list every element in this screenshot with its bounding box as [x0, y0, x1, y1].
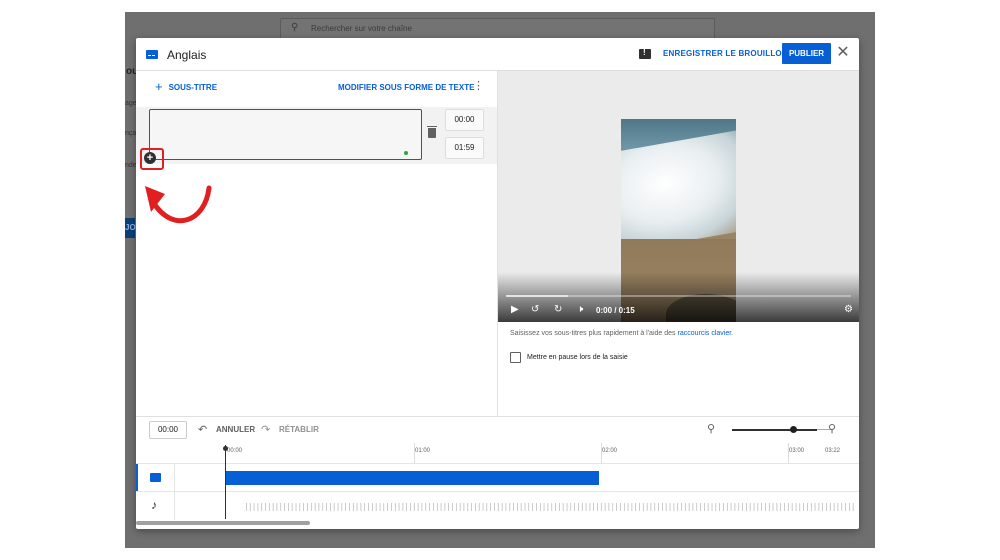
forward-icon[interactable]: ↻: [554, 304, 562, 316]
video-preview-pane: ▶ ↺ ↻ 🕨 0:00 / 0:15 ⚙ Saisissez vos sous…: [498, 71, 859, 416]
dialog-header: Anglais ENREGISTRER LE BROUILLON PUBLIER…: [136, 38, 859, 71]
undo-icon[interactable]: ↶: [198, 423, 207, 436]
edit-as-text-button[interactable]: MODIFIER SOUS FORME DE TEXTE: [338, 83, 474, 92]
hint-text: Saisissez vos sous-titres plus rapidemen…: [510, 330, 678, 337]
channel-search-placeholder: Rechercher sur votre chaîne: [311, 24, 412, 33]
delete-icon[interactable]: [427, 126, 437, 138]
search-icon: ⚲: [291, 22, 299, 33]
close-icon[interactable]: ✕: [836, 44, 850, 62]
playhead-handle[interactable]: [223, 446, 228, 451]
timeline-toolbar: 00:00 ↶ ANNULER ↷ RÉTABLIR ⚲ ⚲: [136, 417, 859, 443]
subtitles-icon: [146, 50, 158, 59]
track-header: [136, 464, 175, 492]
channel-search-input: ⚲ Rechercher sur votre chaîne: [280, 18, 715, 40]
track-header: ♪: [136, 492, 175, 520]
music-note-icon: ♪: [151, 498, 157, 512]
current-time-field[interactable]: 00:00: [149, 421, 187, 439]
cue-start-time-field[interactable]: 00:00: [445, 109, 484, 131]
ruler-label: 03:00: [789, 448, 805, 454]
ruler-label: 01:00: [415, 448, 431, 454]
save-draft-button[interactable]: ENREGISTRER LE BROUILLON: [663, 49, 788, 58]
cue-end-time-field[interactable]: 01:59: [445, 137, 484, 159]
zoom-slider-thumb[interactable]: [790, 426, 797, 433]
zoom-out-icon[interactable]: ⚲: [707, 422, 715, 435]
timeline-ruler: 00:00 01:00 02:00 03:00 03:22: [136, 443, 859, 463]
audio-waveform: ||||||||||||||||||||||||||||||||||||||||…: [244, 502, 856, 511]
settings-icon[interactable]: ⚙: [844, 304, 853, 316]
audio-track: ♪ ||||||||||||||||||||||||||||||||||||||…: [136, 491, 859, 520]
shortcut-hint: Saisissez vos sous-titres plus rapidemen…: [510, 330, 733, 337]
rewind-icon[interactable]: ↺: [531, 304, 539, 316]
zoom-in-icon[interactable]: ⚲: [828, 422, 836, 435]
add-subtitle-button[interactable]: + SOUS-TITRE: [155, 79, 218, 94]
hint-end: .: [731, 330, 734, 337]
feedback-icon[interactable]: [639, 48, 651, 59]
redo-icon[interactable]: ↷: [261, 423, 270, 436]
subtitles-icon: [150, 473, 161, 482]
progress-fill: [506, 295, 569, 297]
ruler-label: 00:00: [227, 448, 243, 454]
player-controls-overlay: [498, 272, 859, 322]
highlight-annotation: [140, 148, 164, 170]
bg-text-fragment: nde: [125, 162, 137, 169]
status-dot-icon: [404, 151, 408, 155]
subtitle-block[interactable]: [226, 471, 599, 485]
red-arrow-annotation: [145, 185, 212, 224]
subtitle-track: [136, 463, 859, 492]
dialog-title: Anglais: [167, 48, 207, 62]
play-icon[interactable]: ▶: [511, 304, 519, 316]
bg-text-fragment: JO: [125, 223, 136, 232]
subtitle-text-field[interactable]: [149, 109, 422, 160]
pause-while-typing-row[interactable]: Mettre en pause lors de la saisie: [510, 352, 628, 363]
ruler-label: 03:22: [825, 448, 841, 454]
add-subtitle-label: SOUS-TITRE: [168, 82, 218, 92]
publish-button[interactable]: PUBLIER: [782, 43, 831, 64]
playhead[interactable]: [225, 445, 226, 519]
progress-bar[interactable]: [506, 295, 851, 297]
subtitle-editor-dialog: Anglais ENREGISTRER LE BROUILLON PUBLIER…: [136, 38, 859, 529]
more-vert-icon[interactable]: ⋮: [473, 80, 484, 92]
timeline-scrollbar[interactable]: [136, 521, 310, 525]
time-display: 0:00 / 0:15: [596, 306, 635, 315]
undo-button[interactable]: ANNULER: [216, 425, 255, 434]
bg-blue-button: JO: [125, 218, 136, 238]
bg-text-fragment: nça: [125, 130, 137, 137]
keyboard-shortcuts-link[interactable]: raccourcis clavier: [677, 330, 731, 337]
plus-icon: +: [155, 79, 163, 94]
zoom-slider-track[interactable]: [732, 429, 817, 431]
subtitle-cue-row: 00:00 01:59: [136, 107, 497, 164]
bg-text-fragment: age: [125, 100, 137, 107]
surf-region: [621, 129, 736, 253]
pause-checkbox-label: Mettre en pause lors de la saisie: [527, 354, 628, 361]
redo-button[interactable]: RÉTABLIR: [279, 425, 319, 434]
video-player[interactable]: ▶ ↺ ↻ 🕨 0:00 / 0:15 ⚙: [498, 71, 859, 322]
pause-checkbox[interactable]: [510, 352, 521, 363]
ruler-label: 02:00: [602, 448, 618, 454]
volume-icon[interactable]: 🕨: [577, 304, 583, 316]
subtitle-list-pane: + SOUS-TITRE MODIFIER SOUS FORME DE TEXT…: [136, 71, 497, 416]
